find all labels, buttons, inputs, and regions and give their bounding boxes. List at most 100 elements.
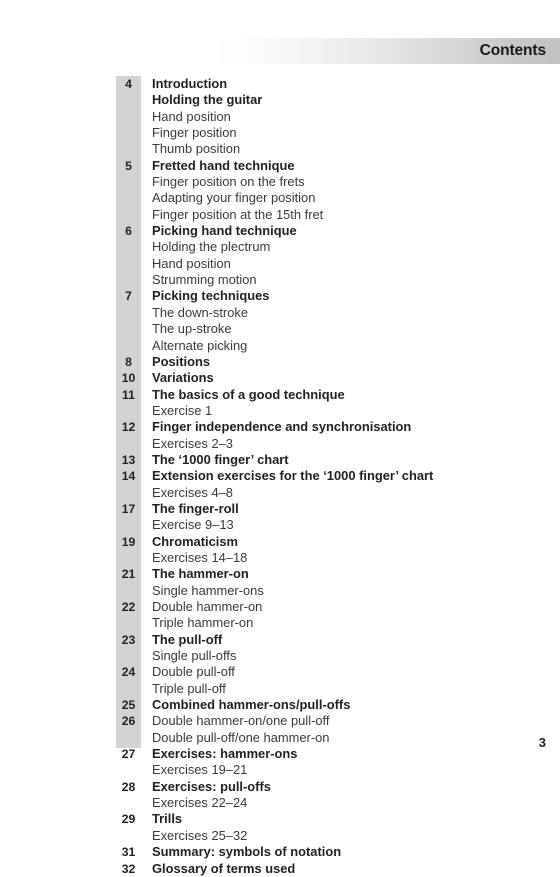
toc-entry-label: Double pull-off bbox=[152, 664, 235, 680]
toc-entry-label: Exercises 4–8 bbox=[152, 484, 233, 500]
toc-row[interactable]: 7 Picking techniques bbox=[116, 288, 536, 304]
toc-entry-label: Single pull-offs bbox=[152, 648, 237, 664]
toc-entry-label: Finger position bbox=[152, 125, 237, 141]
toc-page-number: 22 bbox=[121, 600, 136, 614]
toc-entry-label: Chromaticism bbox=[152, 533, 238, 549]
toc-row[interactable]: 27 Exercises: hammer-ons bbox=[116, 746, 536, 762]
toc-entry-label: Exercises: pull-offs bbox=[152, 778, 271, 794]
toc-entry-label: Alternate picking bbox=[152, 337, 248, 353]
toc-page-number: 5 bbox=[125, 158, 132, 173]
toc-row[interactable]: Single pull-offs bbox=[116, 648, 536, 664]
toc-entry-label: Combined hammer-ons/pull-offs bbox=[152, 697, 351, 713]
toc-row[interactable]: 8 Positions bbox=[116, 354, 536, 370]
toc-entry-label: Variations bbox=[152, 370, 214, 386]
toc-row[interactable]: Exercises 2–3 bbox=[116, 436, 536, 452]
toc-row[interactable]: Exercises 19–21 bbox=[116, 762, 536, 778]
toc-entry-label: The hammer-on bbox=[152, 566, 249, 582]
table-of-contents: 4 Introduction Holding the guitar Hand posi… bbox=[116, 76, 536, 877]
toc-row[interactable]: Exercises 14–18 bbox=[116, 550, 536, 566]
toc-row[interactable]: Strumming motion bbox=[116, 272, 536, 288]
toc-row[interactable]: Double pull-off/one hammer-on bbox=[116, 730, 536, 746]
toc-row[interactable]: Thumb position bbox=[116, 141, 536, 157]
toc-row[interactable]: 19 Chromaticism bbox=[116, 534, 536, 550]
toc-row[interactable]: Exercise 1 bbox=[116, 403, 536, 419]
toc-row[interactable]: 10 Variations bbox=[116, 370, 536, 386]
toc-row[interactable]: Alternate picking bbox=[116, 338, 536, 354]
toc-row[interactable]: Adapting your finger position bbox=[116, 190, 536, 206]
toc-entry-label: Exercises 22–24 bbox=[152, 795, 248, 811]
toc-row[interactable]: Finger position on the frets bbox=[116, 174, 536, 190]
toc-row[interactable]: 22 Double hammer-on bbox=[116, 599, 536, 615]
toc-row[interactable]: Exercises 22–24 bbox=[116, 795, 536, 811]
toc-row[interactable]: Hand position bbox=[116, 109, 536, 125]
toc-entry-label: Thumb position bbox=[152, 141, 241, 157]
toc-row[interactable]: The up-stroke bbox=[116, 321, 536, 337]
toc-entry-label: Single hammer-ons bbox=[152, 582, 264, 598]
toc-page-number: 21 bbox=[121, 567, 136, 582]
toc-row[interactable]: Exercise 9–13 bbox=[116, 517, 536, 533]
toc-page-number: 7 bbox=[125, 289, 132, 304]
toc-row[interactable]: Triple hammer-on bbox=[116, 615, 536, 631]
toc-row[interactable]: The down-stroke bbox=[116, 305, 536, 321]
toc-row[interactable]: 13 The ‘1000 finger’ chart bbox=[116, 452, 536, 468]
toc-row[interactable]: 4 Introduction bbox=[116, 76, 536, 92]
toc-entry-label: The basics of a good technique bbox=[152, 386, 345, 402]
toc-row[interactable]: Exercises 25–32 bbox=[116, 828, 536, 844]
toc-entry-label: Summary: symbols of notation bbox=[152, 844, 342, 860]
toc-entry-label: Fretted hand technique bbox=[152, 157, 295, 173]
toc-row[interactable]: 14 Extension exercises for the ‘1000 fing… bbox=[116, 468, 536, 484]
toc-row[interactable]: 23 The pull-off bbox=[116, 632, 536, 648]
toc-row[interactable]: 29 Trills bbox=[116, 811, 536, 827]
toc-row[interactable]: 12 Finger independence and synchronisatio… bbox=[116, 419, 536, 435]
toc-row[interactable]: Triple pull-off bbox=[116, 681, 536, 697]
toc-entry-label: Exercises 2–3 bbox=[152, 435, 233, 451]
toc-row[interactable]: Finger position bbox=[116, 125, 536, 141]
toc-row[interactable]: 28 Exercises: pull-offs bbox=[116, 779, 536, 795]
toc-entry-label: Positions bbox=[152, 353, 211, 369]
toc-page-number: 26 bbox=[121, 714, 136, 729]
folio-page-number: 3 bbox=[538, 735, 546, 750]
toc-entry-label: The down-stroke bbox=[152, 304, 249, 320]
toc-page-number: 27 bbox=[121, 747, 136, 762]
toc-row[interactable]: 5 Fretted hand technique bbox=[116, 158, 536, 174]
toc-page-number: 4 bbox=[125, 77, 132, 91]
toc-row[interactable]: 21 The hammer-on bbox=[116, 566, 536, 582]
toc-page-number: 14 bbox=[121, 469, 136, 484]
toc-row[interactable]: Hand position bbox=[116, 256, 536, 272]
toc-row[interactable]: 6 Picking hand technique bbox=[116, 223, 536, 239]
toc-row[interactable]: Holding the guitar bbox=[116, 92, 536, 108]
toc-entry-label: Glossary of terms used bbox=[152, 860, 296, 876]
toc-entry-label: The ‘1000 finger’ chart bbox=[152, 451, 289, 467]
toc-entry-label: The up-stroke bbox=[152, 321, 232, 337]
toc-entry-label: Finger position at the 15th fret bbox=[152, 206, 324, 222]
toc-entry-label: Introduction bbox=[152, 76, 228, 91]
toc-page-number: 25 bbox=[121, 698, 136, 713]
toc-row[interactable]: 31 Summary: symbols of notation bbox=[116, 844, 536, 860]
toc-row[interactable]: 11 The basics of a good technique bbox=[116, 387, 536, 403]
toc-row[interactable]: Finger position at the 15th fret bbox=[116, 207, 536, 223]
toc-row[interactable]: 24 Double pull-off bbox=[116, 664, 536, 680]
toc-entry-label: Exercise 1 bbox=[152, 402, 213, 418]
toc-row[interactable]: 26 Double hammer-on/one pull-off bbox=[116, 713, 536, 729]
toc-page-number: 13 bbox=[121, 452, 136, 467]
toc-entry-label: Picking hand technique bbox=[152, 223, 297, 239]
toc-row[interactable]: Holding the plectrum bbox=[116, 239, 536, 255]
toc-entry-label: Double hammer-on/one pull-off bbox=[152, 713, 330, 729]
toc-entry-label: Adapting your finger position bbox=[152, 190, 316, 206]
toc-row[interactable]: 17 The finger-roll bbox=[116, 501, 536, 517]
toc-entry-label: Finger independence and synchronisation bbox=[152, 419, 412, 435]
toc-page-number: 32 bbox=[121, 861, 136, 876]
toc-entry-label: Triple hammer-on bbox=[152, 615, 254, 631]
toc-entry-label: The pull-off bbox=[152, 631, 223, 647]
toc-page-number: 28 bbox=[121, 779, 136, 794]
toc-row[interactable]: Single hammer-ons bbox=[116, 583, 536, 599]
toc-entry-label: Double pull-off/one hammer-on bbox=[152, 729, 330, 745]
toc-row-list: 4 Introduction Holding the guitar Hand posi… bbox=[116, 76, 536, 877]
toc-entry-label: Holding the guitar bbox=[152, 92, 263, 108]
toc-page-number: 17 bbox=[121, 501, 136, 516]
toc-page-number: 6 bbox=[125, 224, 132, 239]
toc-row[interactable]: Exercises 4–8 bbox=[116, 485, 536, 501]
toc-row[interactable]: 32 Glossary of terms used bbox=[116, 861, 536, 877]
toc-row[interactable]: 25 Combined hammer-ons/pull-offs bbox=[116, 697, 536, 713]
toc-page-number: 8 bbox=[125, 354, 132, 369]
